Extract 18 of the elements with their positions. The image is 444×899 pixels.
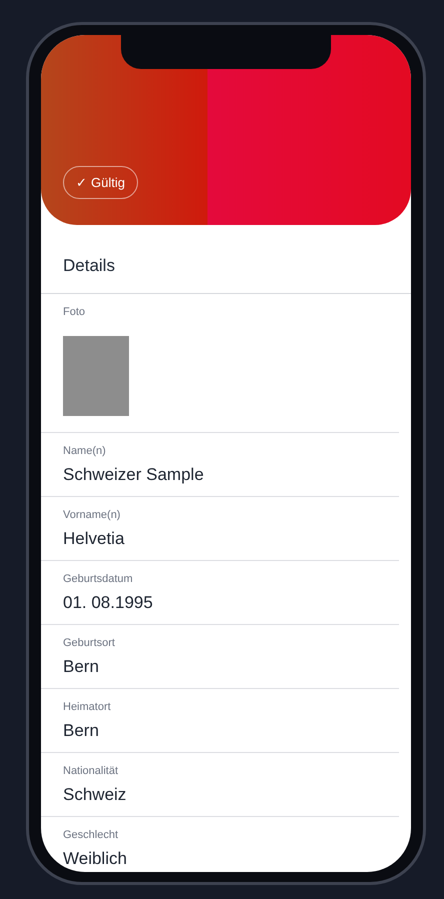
field-label: Nationalität: [63, 764, 120, 779]
field-value: Bern: [63, 656, 100, 678]
field-label: Geschlecht: [63, 828, 120, 843]
field-label: Foto: [63, 304, 86, 320]
field-label: Geburtsort: [63, 636, 116, 651]
field-value: Schweizer Sample: [63, 464, 205, 486]
field-value: Helvetia: [63, 528, 126, 550]
field-value: Schweiz: [63, 784, 128, 806]
field-label: Geburtsdatum: [63, 572, 134, 587]
field-label: Heimatort: [63, 700, 112, 715]
status-badge[interactable]: ✓ Gültig: [63, 166, 138, 199]
check-icon: ✓: [76, 172, 87, 192]
section-title: Details: [41, 225, 411, 294]
field-value: Weiblich: [63, 848, 128, 870]
field-value: Bern: [63, 720, 100, 742]
field-label: Name(n): [63, 444, 107, 459]
field-value: 01. 08.1995: [63, 592, 154, 614]
field-label: Vorname(n): [63, 508, 122, 523]
